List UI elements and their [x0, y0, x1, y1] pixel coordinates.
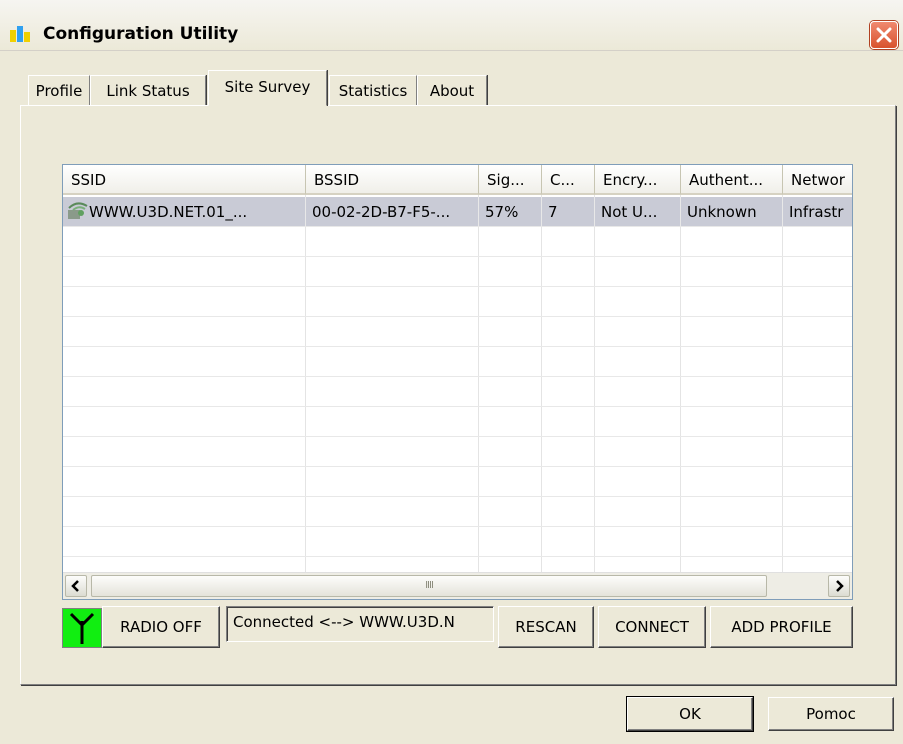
- empty-row: [63, 407, 852, 437]
- empty-row: [63, 527, 852, 557]
- empty-row: [63, 317, 852, 347]
- app-icon: [10, 26, 30, 42]
- title-bar: Configuration Utility: [0, 0, 903, 51]
- tab-label: Statistics: [338, 82, 408, 100]
- tab-about[interactable]: About: [417, 75, 487, 105]
- empty-row: [63, 287, 852, 317]
- column-bssid[interactable]: BSSID: [306, 165, 479, 195]
- site-survey-list[interactable]: SSID BSSID Sig... C... Encry... Authent.…: [62, 164, 853, 600]
- tab-label: Site Survey: [224, 78, 311, 96]
- cell-signal: 57%: [479, 197, 542, 227]
- chevron-left-icon: [71, 580, 79, 592]
- horizontal-scrollbar[interactable]: IIII: [63, 572, 852, 599]
- scroll-right-button[interactable]: [828, 575, 850, 597]
- column-encryption[interactable]: Encry...: [595, 165, 681, 195]
- empty-row: [63, 347, 852, 377]
- tab-label: Link Status: [106, 82, 190, 100]
- empty-row: [63, 227, 852, 257]
- column-authentication[interactable]: Authent...: [681, 165, 783, 195]
- antenna-icon: [69, 612, 95, 644]
- table-row[interactable]: WWW.U3D.NET.01_... 00-02-2D-B7-F5-... 57…: [63, 197, 852, 227]
- tab-label: About: [429, 82, 475, 100]
- tab-statistics[interactable]: Statistics: [329, 75, 417, 105]
- cell-ssid: WWW.U3D.NET.01_...: [63, 197, 306, 227]
- cell-authentication: Unknown: [681, 197, 783, 227]
- ssid-value: WWW.U3D.NET.01_...: [89, 203, 248, 221]
- chevron-right-icon: [836, 580, 844, 592]
- help-button[interactable]: Pomoc: [768, 697, 894, 731]
- column-ssid[interactable]: SSID: [63, 165, 306, 195]
- empty-row: [63, 497, 852, 527]
- column-channel[interactable]: C...: [542, 165, 595, 195]
- thumb-grip: IIII: [425, 580, 434, 591]
- tab-site-survey[interactable]: Site Survey: [208, 70, 327, 106]
- radio-off-button[interactable]: RADIO OFF: [102, 606, 220, 648]
- ok-button[interactable]: OK: [626, 696, 754, 732]
- scrollbar-thumb[interactable]: IIII: [91, 575, 767, 597]
- column-network[interactable]: Networ: [783, 165, 852, 195]
- cell-encryption: Not U...: [595, 197, 681, 227]
- wireless-network-icon: [68, 202, 88, 219]
- cell-bssid: 00-02-2D-B7-F5-...: [306, 197, 479, 227]
- empty-row: [63, 467, 852, 497]
- tab-link-status[interactable]: Link Status: [90, 75, 206, 105]
- empty-row: [63, 377, 852, 407]
- list-header: SSID BSSID Sig... C... Encry... Authent.…: [63, 165, 852, 195]
- cell-channel: 7: [542, 197, 595, 227]
- connection-status: Connected <--> WWW.U3D.N: [226, 606, 494, 642]
- connect-button[interactable]: CONNECT: [598, 606, 706, 648]
- rescan-button[interactable]: RESCAN: [498, 606, 594, 648]
- column-signal[interactable]: Sig...: [479, 165, 542, 195]
- add-profile-button[interactable]: ADD PROFILE: [710, 606, 853, 648]
- tab-label: Profile: [35, 82, 83, 100]
- radio-status-indicator: [62, 608, 102, 648]
- empty-row: [63, 257, 852, 287]
- window-title: Configuration Utility: [43, 24, 239, 44]
- close-icon: [876, 27, 892, 43]
- cell-network: Infrastr: [783, 197, 852, 227]
- scroll-left-button[interactable]: [65, 575, 87, 597]
- close-button[interactable]: [870, 21, 898, 49]
- tab-profile[interactable]: Profile: [28, 75, 90, 105]
- empty-row: [63, 437, 852, 467]
